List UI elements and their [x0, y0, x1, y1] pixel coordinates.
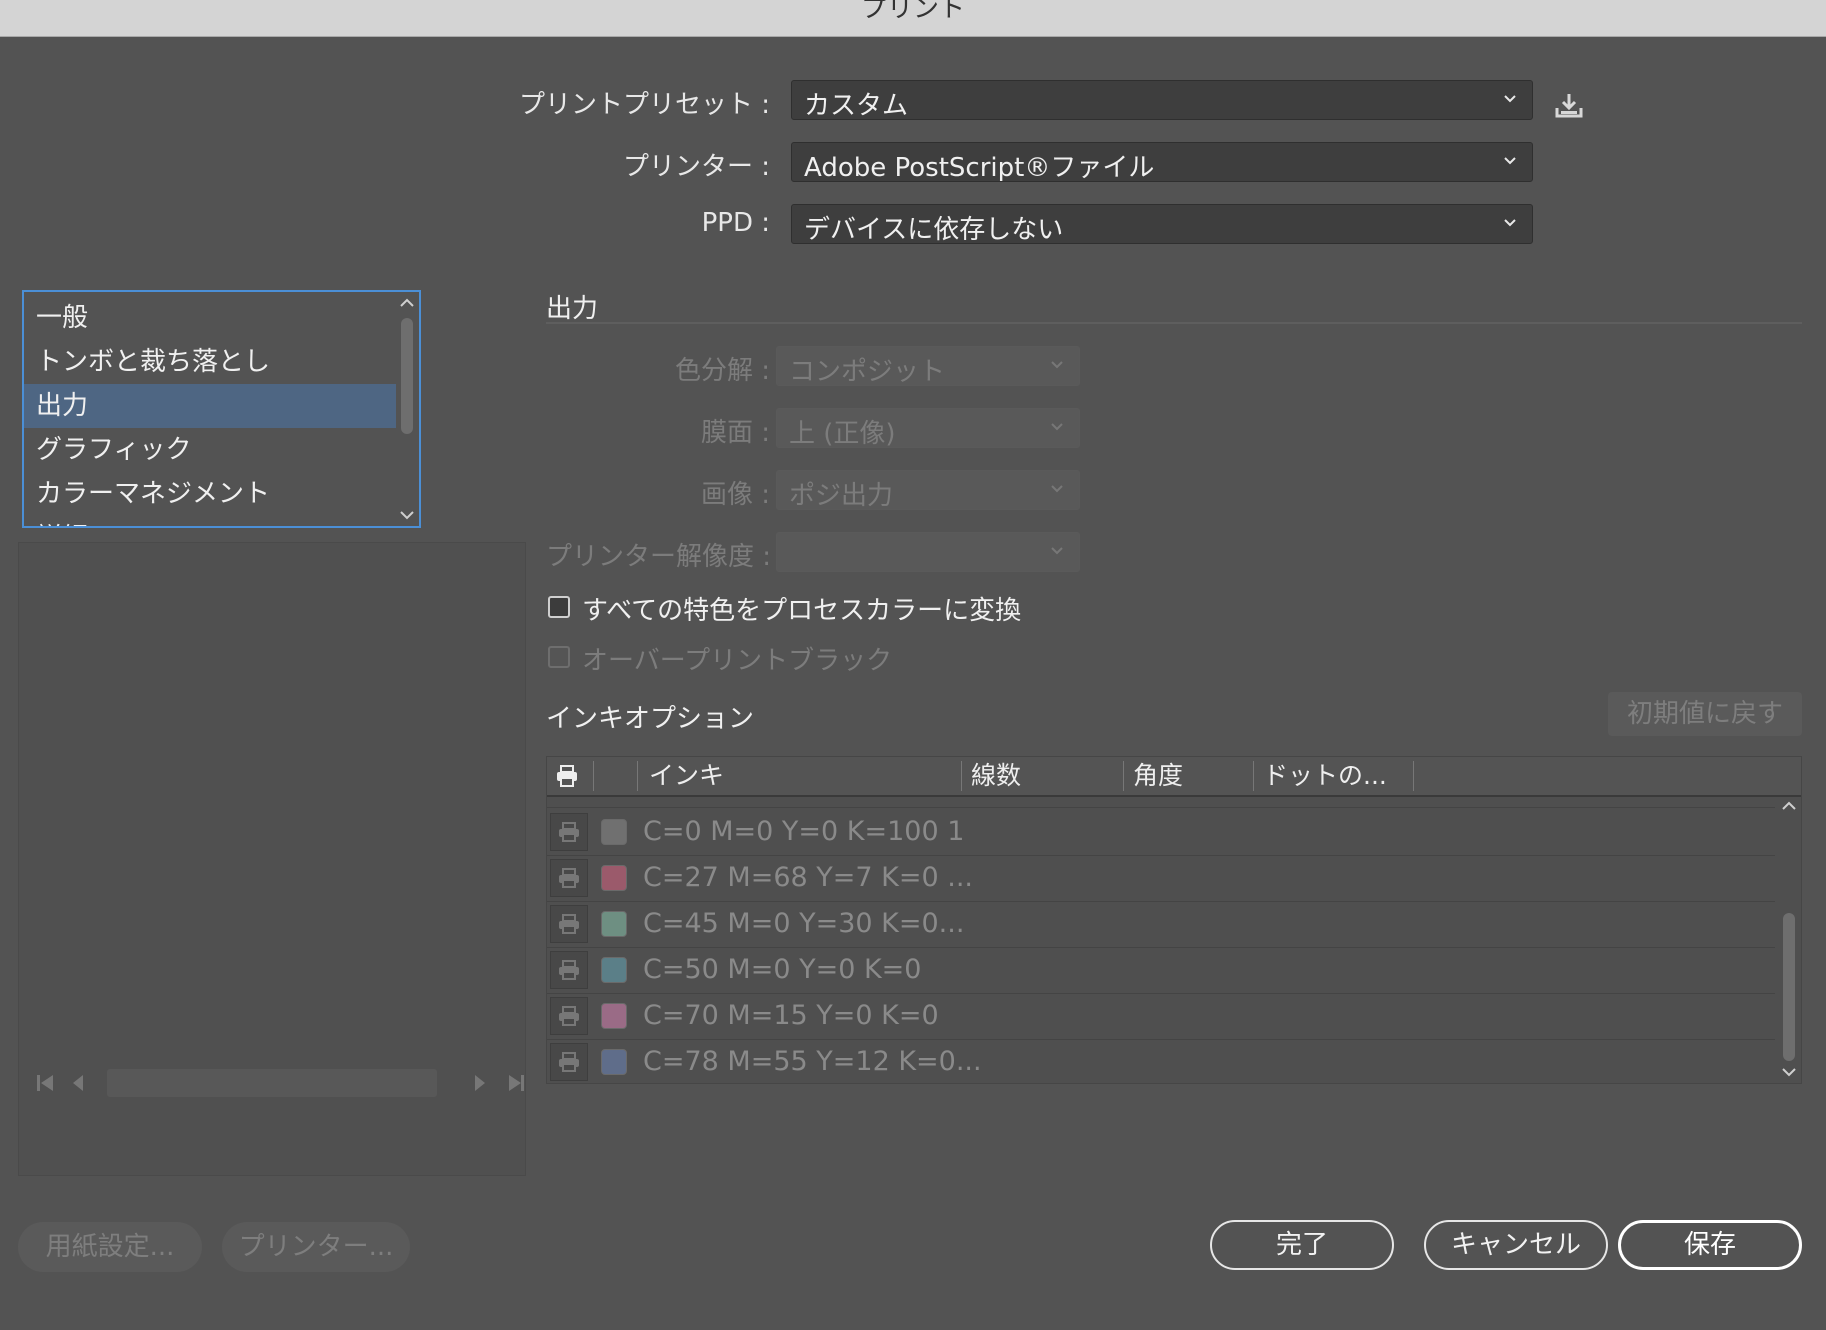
printer-icon — [559, 960, 579, 980]
printer-icon — [559, 1006, 579, 1026]
printer-select[interactable]: Adobe PostScript®ファイル — [791, 142, 1533, 182]
column-ink[interactable]: インキ — [649, 757, 724, 795]
preset-value: カスタム — [804, 91, 909, 120]
ink-table-header: インキ 線数 角度 ドットの... — [547, 757, 1801, 797]
print-toggle[interactable] — [550, 951, 588, 989]
printer-icon — [559, 914, 579, 934]
table-row[interactable]: C=50 M=0 Y=0 K=0 — [547, 947, 1775, 994]
convert-spot-checkbox[interactable] — [548, 596, 570, 618]
ink-table-scrollbar[interactable] — [1777, 797, 1801, 1083]
category-scrollbar[interactable] — [395, 292, 419, 526]
category-item-advanced[interactable]: 詳細 — [24, 516, 396, 526]
ink-name: C=78 M=55 Y=12 K=0... — [643, 1046, 982, 1077]
overprint-black-label: オーバープリントブラック — [582, 646, 893, 676]
page-setup-button[interactable]: 用紙設定... — [18, 1222, 202, 1272]
chevron-down-icon — [1504, 219, 1516, 227]
print-toggle[interactable] — [550, 905, 588, 943]
printer-icon — [559, 868, 579, 888]
section-divider — [546, 322, 1802, 324]
separation-select[interactable]: コンポジット — [776, 346, 1080, 386]
chevron-down-icon — [1051, 485, 1063, 493]
image-label: 画像 : — [700, 480, 770, 510]
print-toggle[interactable] — [550, 859, 588, 897]
ink-options-title: インキオプション — [546, 704, 755, 734]
printer-value: Adobe PostScript®ファイル — [804, 153, 1155, 182]
separation-value: コンポジット — [789, 357, 946, 386]
category-item-color-management[interactable]: カラーマネジメント — [24, 472, 396, 516]
image-select[interactable]: ポジ出力 — [776, 470, 1080, 510]
save-preset-icon[interactable] — [1552, 88, 1586, 122]
table-row[interactable]: C=70 M=15 Y=0 K=0 — [547, 993, 1775, 1040]
column-dot-shape[interactable]: ドットの... — [1263, 757, 1387, 795]
table-row[interactable]: C=45 M=0 Y=30 K=0... — [547, 901, 1775, 948]
title-bar: プリント — [0, 0, 1826, 37]
category-item-output[interactable]: 出力 — [24, 384, 396, 428]
ppd-select[interactable]: デバイスに依存しない — [791, 204, 1533, 244]
printer-icon — [557, 765, 577, 787]
window-title: プリント — [860, 0, 965, 24]
ink-swatch — [601, 1003, 627, 1029]
ppd-value: デバイスに依存しない — [804, 215, 1064, 244]
output-section-title: 出力 — [546, 294, 599, 324]
ink-name: C=50 M=0 Y=0 K=0 — [643, 954, 922, 985]
ppd-label: PPD : — [701, 208, 770, 238]
printer-button[interactable]: プリンター... — [222, 1222, 410, 1272]
table-row[interactable]: C=78 M=55 Y=12 K=0... — [547, 1039, 1775, 1083]
column-angle[interactable]: 角度 — [1133, 757, 1183, 795]
preview-panel — [18, 542, 526, 1176]
print-toggle[interactable] — [550, 1043, 588, 1081]
separation-label: 色分解 : — [674, 356, 770, 386]
chevron-down-icon — [1504, 95, 1516, 103]
cancel-button[interactable]: キャンセル — [1424, 1220, 1608, 1270]
ink-name: C=0 M=0 Y=0 K=100 1 — [643, 816, 965, 847]
ink-swatch — [601, 911, 627, 937]
ink-swatch — [601, 819, 627, 845]
print-toggle[interactable] — [550, 997, 588, 1035]
category-item-general[interactable]: 一般 — [24, 296, 396, 340]
chevron-down-icon — [1051, 361, 1063, 369]
chevron-down-icon — [1051, 423, 1063, 431]
category-item-marks-bleed[interactable]: トンボと裁ち落とし — [24, 340, 396, 384]
ink-swatch — [601, 957, 627, 983]
category-list[interactable]: 一般 トンボと裁ち落とし 出力 グラフィック カラーマネジメント 詳細 — [22, 290, 421, 528]
preset-select[interactable]: カスタム — [791, 80, 1533, 120]
table-row[interactable]: C=0 M=0 Y=0 K=100 1 — [547, 809, 1775, 856]
ink-name: C=70 M=15 Y=0 K=0 — [643, 1000, 939, 1031]
table-row[interactable]: C=27 M=68 Y=7 K=0 ... — [547, 855, 1775, 902]
ink-table: インキ 線数 角度 ドットの... C=0 M=0 Y=0 K=100 1 C=… — [546, 756, 1802, 1084]
reset-defaults-button[interactable]: 初期値に戻す — [1608, 692, 1802, 736]
done-button[interactable]: 完了 — [1210, 1220, 1394, 1270]
ink-name: C=27 M=68 Y=7 K=0 ... — [643, 862, 973, 893]
overprint-black-checkbox[interactable] — [548, 646, 570, 668]
image-value: ポジ出力 — [789, 481, 894, 510]
emulsion-label: 膜面 : — [700, 418, 770, 448]
resolution-label: プリンター解像度 : — [546, 542, 772, 572]
convert-spot-label: すべての特色をプロセスカラーに変換 — [582, 596, 1022, 626]
printer-icon — [559, 1052, 579, 1072]
resolution-select[interactable] — [776, 532, 1080, 572]
print-toggle[interactable] — [550, 813, 588, 851]
table-row-partial — [547, 797, 1775, 808]
emulsion-select[interactable]: 上 (正像) — [776, 408, 1080, 448]
category-item-graphics[interactable]: グラフィック — [24, 428, 396, 472]
save-button[interactable]: 保存 — [1618, 1220, 1802, 1270]
column-frequency[interactable]: 線数 — [971, 757, 1021, 795]
printer-label: プリンター : — [622, 152, 770, 182]
preview-navigation-icon[interactable] — [33, 1069, 525, 1097]
ink-swatch — [601, 865, 627, 891]
chevron-down-icon — [1051, 547, 1063, 555]
ink-swatch — [601, 1049, 627, 1075]
printer-icon — [559, 822, 579, 842]
chevron-down-icon — [1504, 157, 1516, 165]
preset-label: プリントプリセット : — [518, 90, 770, 120]
emulsion-value: 上 (正像) — [789, 419, 896, 448]
ink-name: C=45 M=0 Y=30 K=0... — [643, 908, 965, 939]
